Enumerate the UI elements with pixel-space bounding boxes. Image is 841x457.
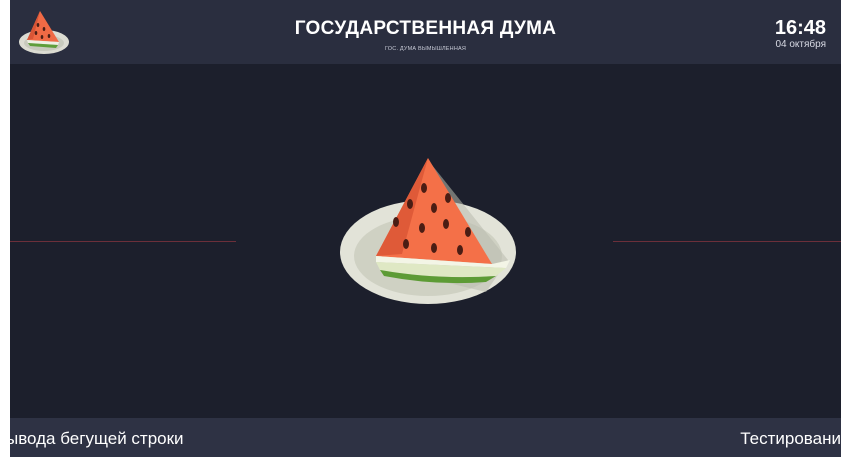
watermelon-plate-icon bbox=[340, 158, 516, 304]
ticker-text-left: ывода бегущей строки bbox=[10, 429, 184, 448]
page-subtitle: ГОС. ДУМА ВЫМЫШЛЕННАЯ bbox=[384, 46, 467, 52]
ticker-text-right: Тестировани bbox=[740, 429, 841, 448]
page-title: ГОСУДАРСТВЕННАЯ ДУМА bbox=[294, 18, 557, 39]
display-screen: ГОСУДАРСТВЕННАЯ ДУМА ГОС. ДУМА ВЫМЫШЛЕНН… bbox=[10, 0, 841, 457]
clock-time: 16:48 bbox=[774, 17, 826, 39]
divider-left bbox=[10, 241, 236, 242]
header-bar: ГОСУДАРСТВЕННАЯ ДУМА ГОС. ДУМА ВЫМЫШЛЕНН… bbox=[10, 0, 841, 64]
ticker-bar: ывода бегущей строки Тестировани bbox=[10, 418, 841, 457]
clock: 16:48 04 октября bbox=[775, 17, 826, 51]
divider-right bbox=[613, 241, 841, 242]
clock-date: 04 октября bbox=[775, 39, 826, 50]
